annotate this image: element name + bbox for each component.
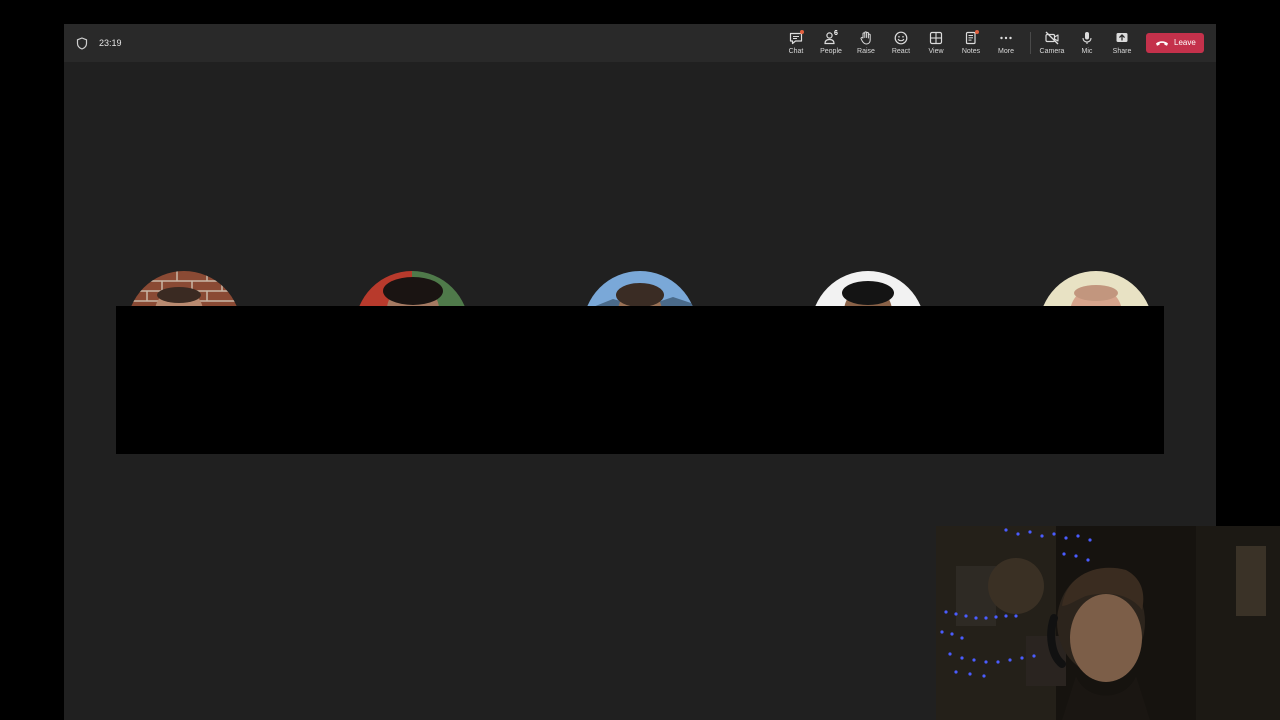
leave-label: Leave xyxy=(1174,38,1196,47)
share-label: Share xyxy=(1112,48,1132,55)
react-label: React xyxy=(891,48,911,55)
redaction-box xyxy=(116,306,1164,454)
more-icon xyxy=(989,30,1023,46)
meeting-timer: 23:19 xyxy=(99,38,122,48)
notes-button[interactable]: Notes xyxy=(954,28,988,58)
view-label: View xyxy=(928,48,944,55)
mic-label: Mic xyxy=(1081,48,1093,55)
leave-button[interactable]: Leave xyxy=(1146,33,1204,53)
notes-label: Notes xyxy=(961,48,981,55)
raise-hand-icon xyxy=(849,30,883,46)
shield-icon xyxy=(76,37,88,50)
view-icon xyxy=(919,30,953,46)
mic-icon xyxy=(1070,30,1104,46)
people-button[interactable]: 6 People xyxy=(814,28,848,58)
notes-icon xyxy=(954,30,988,46)
chat-button[interactable]: Chat xyxy=(779,28,813,58)
chat-notification-dot xyxy=(800,30,804,34)
chat-label: Chat xyxy=(788,48,804,55)
more-label: More xyxy=(998,48,1014,55)
share-button[interactable]: Share xyxy=(1105,28,1139,58)
react-icon xyxy=(884,30,918,46)
toolbar-divider xyxy=(1030,32,1031,54)
camera-button[interactable]: Camera xyxy=(1035,28,1069,58)
camera-off-icon xyxy=(1035,30,1069,46)
view-button[interactable]: View xyxy=(919,28,953,58)
people-label: People xyxy=(820,48,842,55)
mic-button[interactable]: Mic xyxy=(1070,28,1104,58)
raise-label: Raise xyxy=(857,48,875,55)
react-button[interactable]: React xyxy=(884,28,918,58)
meeting-toolbar: 23:19 Chat 6 People Raise React View Not… xyxy=(64,24,1216,62)
chat-icon xyxy=(779,30,813,46)
share-icon xyxy=(1105,30,1139,46)
people-icon xyxy=(814,30,848,46)
self-video-preview[interactable] xyxy=(936,526,1280,720)
notes-notification-dot xyxy=(975,30,979,34)
people-count: 6 xyxy=(834,30,838,37)
raise-hand-button[interactable]: Raise xyxy=(849,28,883,58)
camera-label: Camera xyxy=(1039,48,1065,55)
more-button[interactable]: More xyxy=(989,28,1023,58)
